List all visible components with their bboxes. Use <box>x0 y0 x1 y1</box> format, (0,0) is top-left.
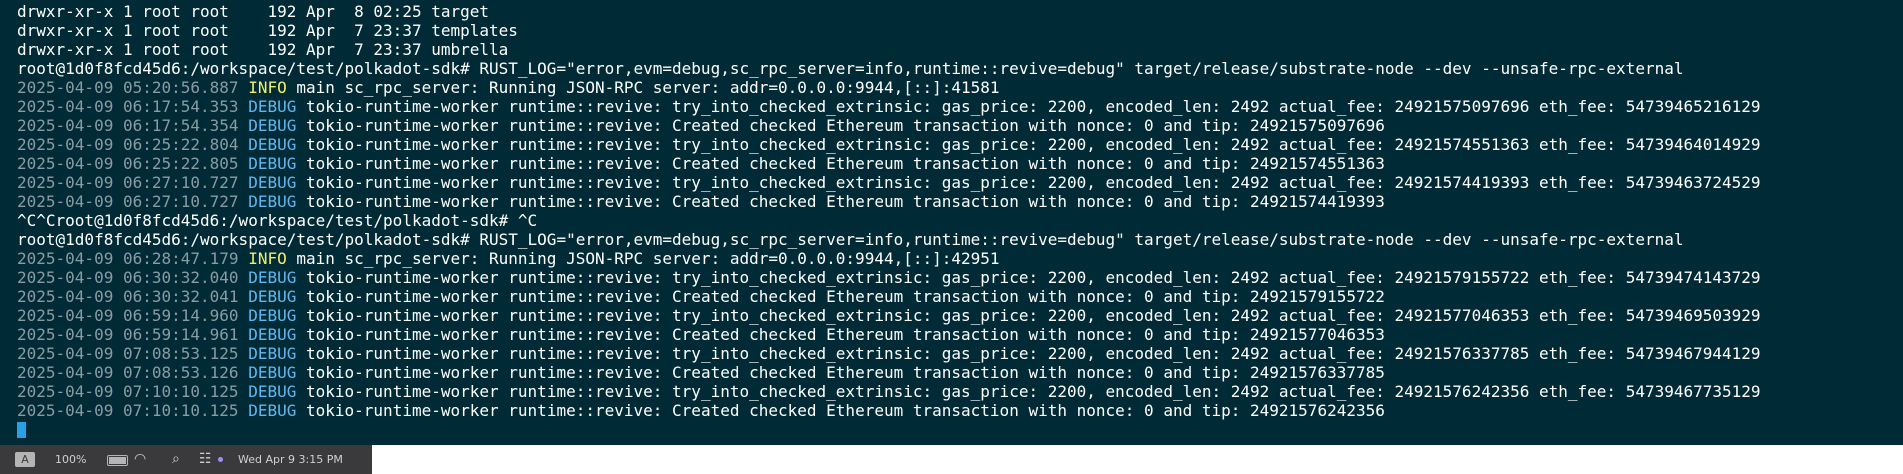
terminal-line: drwxr-xr-x 1 root root 192 Apr 7 23:37 t… <box>17 21 518 40</box>
log-message: tokio-runtime-worker runtime::revive: Cr… <box>296 363 1385 382</box>
log-message: tokio-runtime-worker runtime::revive: tr… <box>296 173 1761 192</box>
log-level: DEBUG <box>248 401 297 420</box>
log-message: main sc_rpc_server: Running JSON-RPC ser… <box>286 249 1000 268</box>
log-message: tokio-runtime-worker runtime::revive: tr… <box>296 268 1761 287</box>
log-level: DEBUG <box>248 344 297 363</box>
log-level: DEBUG <box>248 192 297 211</box>
log-message: tokio-runtime-worker runtime::revive: tr… <box>296 97 1761 116</box>
prompt-line[interactable] <box>17 420 1903 439</box>
log-message: tokio-runtime-worker runtime::revive: tr… <box>296 306 1761 325</box>
log-message: tokio-runtime-worker runtime::revive: Cr… <box>296 192 1385 211</box>
terminal-line: 2025-04-09 06:30:32.041 DEBUG tokio-runt… <box>17 287 1903 306</box>
log-message: tokio-runtime-worker runtime::revive: tr… <box>296 344 1761 363</box>
log-message: tokio-runtime-worker runtime::revive: Cr… <box>296 325 1385 344</box>
terminal-line: 2025-04-09 05:20:56.887 INFO main sc_rpc… <box>17 78 1903 97</box>
log-level: DEBUG <box>248 116 297 135</box>
terminal-line: 2025-04-09 07:08:53.126 DEBUG tokio-runt… <box>17 363 1903 382</box>
log-level: DEBUG <box>248 97 297 116</box>
terminal-cursor <box>17 422 26 438</box>
log-timestamp: 2025-04-09 06:30:32.040 <box>17 268 249 287</box>
terminal-line: ^C^Croot@1d0f8fcd45d6:/workspace/test/po… <box>17 211 538 230</box>
log-level: DEBUG <box>248 135 297 154</box>
log-timestamp: 2025-04-09 06:59:14.961 <box>17 325 249 344</box>
battery-icon[interactable] <box>107 455 128 466</box>
terminal-line: 2025-04-09 07:08:53.125 DEBUG tokio-runt… <box>17 344 1903 363</box>
input-source-icon[interactable]: A <box>15 452 35 467</box>
log-timestamp: 2025-04-09 05:20:56.887 <box>17 78 249 97</box>
terminal-line: 2025-04-09 07:10:10.125 DEBUG tokio-runt… <box>17 401 1903 420</box>
log-timestamp: 2025-04-09 07:10:10.125 <box>17 401 249 420</box>
menu-bar-status: A 100% ◠ ⌕ ☷ Wed Apr 9 3:15 PM <box>0 445 372 474</box>
log-timestamp: 2025-04-09 06:27:10.727 <box>17 173 249 192</box>
terminal-line: 2025-04-09 06:30:32.040 DEBUG tokio-runt… <box>17 268 1903 287</box>
siri-icon[interactable] <box>218 457 223 462</box>
wifi-icon[interactable]: ◠ <box>134 445 146 474</box>
log-timestamp: 2025-04-09 06:25:22.804 <box>17 135 249 154</box>
log-level: DEBUG <box>248 173 297 192</box>
search-icon[interactable]: ⌕ <box>172 445 180 474</box>
log-timestamp: 2025-04-09 06:28:47.179 <box>17 249 249 268</box>
terminal-line: 2025-04-09 06:27:10.727 DEBUG tokio-runt… <box>17 192 1903 211</box>
log-message: tokio-runtime-worker runtime::revive: tr… <box>296 135 1761 154</box>
terminal-line: 2025-04-09 06:17:54.354 DEBUG tokio-runt… <box>17 116 1903 135</box>
log-level: INFO <box>248 249 287 268</box>
log-level: DEBUG <box>248 363 297 382</box>
battery-percent: 100% <box>55 453 87 466</box>
terminal-line: root@1d0f8fcd45d6:/workspace/test/polkad… <box>17 230 1684 249</box>
log-message: tokio-runtime-worker runtime::revive: Cr… <box>296 154 1385 173</box>
log-timestamp: 2025-04-09 07:08:53.125 <box>17 344 249 363</box>
log-message: main sc_rpc_server: Running JSON-RPC ser… <box>286 78 1000 97</box>
terminal-line: 2025-04-09 06:28:47.179 INFO main sc_rpc… <box>17 249 1903 268</box>
log-timestamp: 2025-04-09 07:10:10.125 <box>17 382 249 401</box>
log-timestamp: 2025-04-09 06:25:22.805 <box>17 154 249 173</box>
log-timestamp: 2025-04-09 06:17:54.354 <box>17 116 249 135</box>
clock[interactable]: Wed Apr 9 3:15 PM <box>238 445 343 474</box>
terminal-line: 2025-04-09 06:17:54.353 DEBUG tokio-runt… <box>17 97 1903 116</box>
terminal-line: 2025-04-09 06:25:22.805 DEBUG tokio-runt… <box>17 154 1903 173</box>
log-message: tokio-runtime-worker runtime::revive: tr… <box>296 382 1761 401</box>
log-level: DEBUG <box>248 154 297 173</box>
terminal-output[interactable]: drwxr-xr-x 1 root root 192 Apr 8 02:25 t… <box>17 2 1903 439</box>
terminal-line: 2025-04-09 07:10:10.125 DEBUG tokio-runt… <box>17 382 1903 401</box>
terminal-line: 2025-04-09 06:27:10.727 DEBUG tokio-runt… <box>17 173 1903 192</box>
log-message: tokio-runtime-worker runtime::revive: Cr… <box>296 287 1385 306</box>
log-timestamp: 2025-04-09 06:27:10.727 <box>17 192 249 211</box>
control-center-icon[interactable]: ☷ <box>199 445 212 474</box>
log-level: DEBUG <box>248 306 297 325</box>
terminal-line: drwxr-xr-x 1 root root 192 Apr 8 02:25 t… <box>17 2 490 21</box>
log-timestamp: 2025-04-09 06:59:14.960 <box>17 306 249 325</box>
terminal-line: 2025-04-09 06:59:14.960 DEBUG tokio-runt… <box>17 306 1903 325</box>
log-timestamp: 2025-04-09 06:17:54.353 <box>17 97 249 116</box>
log-level: DEBUG <box>248 287 297 306</box>
log-level: DEBUG <box>248 382 297 401</box>
terminal-line: root@1d0f8fcd45d6:/workspace/test/polkad… <box>17 59 1684 78</box>
log-message: tokio-runtime-worker runtime::revive: Cr… <box>296 116 1385 135</box>
log-level: INFO <box>248 78 287 97</box>
terminal-line: 2025-04-09 06:25:22.804 DEBUG tokio-runt… <box>17 135 1903 154</box>
log-level: DEBUG <box>248 268 297 287</box>
log-message: tokio-runtime-worker runtime::revive: Cr… <box>296 401 1385 420</box>
log-timestamp: 2025-04-09 06:30:32.041 <box>17 287 249 306</box>
log-timestamp: 2025-04-09 07:08:53.126 <box>17 363 249 382</box>
terminal-window[interactable]: drwxr-xr-x 1 root root 192 Apr 8 02:25 t… <box>0 0 1903 445</box>
terminal-line: drwxr-xr-x 1 root root 192 Apr 7 23:37 u… <box>17 40 509 59</box>
terminal-line: 2025-04-09 06:59:14.961 DEBUG tokio-runt… <box>17 325 1903 344</box>
log-level: DEBUG <box>248 325 297 344</box>
